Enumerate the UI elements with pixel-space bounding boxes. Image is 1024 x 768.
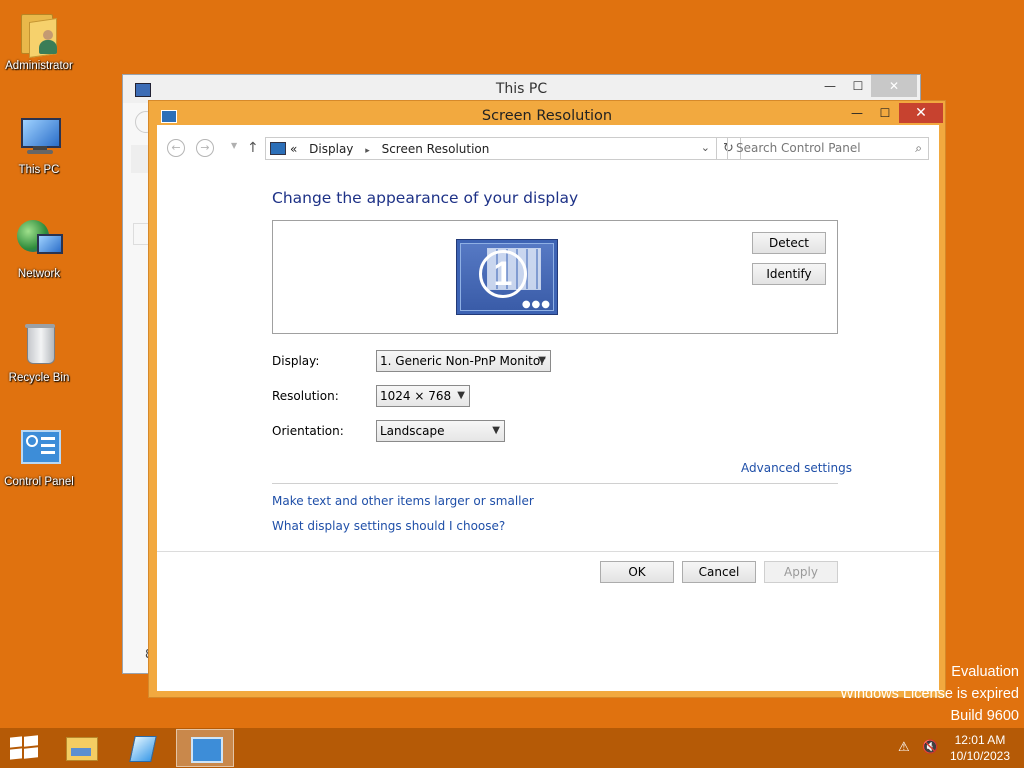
desktop-icon-label: This PC: [18, 164, 60, 176]
display-select[interactable]: 1. Generic Non-PnP Monitor ▼: [376, 350, 551, 372]
desktop-icon-network[interactable]: Network: [0, 216, 78, 280]
identify-button[interactable]: Identify: [752, 263, 826, 285]
internet-explorer-icon: [129, 736, 157, 762]
advanced-settings-link[interactable]: Advanced settings: [741, 461, 852, 475]
chevron-down-icon: ▼: [457, 390, 465, 401]
breadcrumb-separator-icon[interactable]: ▸: [365, 146, 370, 156]
monitor-1-icon[interactable]: 1 ●●●: [456, 239, 558, 315]
watermark-line-2: Windows License is expired: [840, 686, 1019, 702]
window-client-area: ← → ▼ ↑ « Display ▸ Screen Resolution ⌄ …: [157, 125, 939, 691]
divider: [272, 483, 838, 484]
this-pc-minimize-button[interactable]: —: [815, 75, 845, 97]
taskbar-control-panel-button[interactable]: [176, 729, 234, 767]
orientation-label: Orientation:: [272, 424, 344, 438]
system-clock[interactable]: 12:01 AM 10/10/2023: [950, 732, 1010, 764]
desktop-icon-administrator[interactable]: Administrator: [0, 8, 78, 72]
desktop-icon-recycle-bin[interactable]: Recycle Bin: [0, 320, 78, 384]
desktop-icon-label: Administrator: [5, 60, 73, 72]
close-button[interactable]: ✕: [899, 103, 943, 123]
orientation-select-value: Landscape: [380, 424, 445, 438]
computer-icon: [15, 112, 63, 160]
breadcrumb-overflow-icon[interactable]: «: [290, 142, 297, 156]
chevron-down-icon: ▼: [492, 425, 500, 436]
navigation-bar: ← → ▼ ↑ « Display ▸ Screen Resolution ⌄ …: [157, 125, 939, 173]
window-title: Screen Resolution: [481, 108, 613, 124]
display-settings-help-link[interactable]: What display settings should I choose?: [272, 519, 505, 533]
search-icon[interactable]: ⌕: [915, 138, 922, 159]
display-label: Display:: [272, 354, 320, 368]
watermark-line-3: Build 9600: [950, 708, 1019, 724]
forward-arrow-icon[interactable]: →: [196, 139, 214, 157]
start-button-windows-icon[interactable]: [10, 735, 38, 760]
taskbar: ⚠ 🔇 12:01 AM 10/10/2023: [0, 728, 1024, 768]
recent-pages-chevron-icon[interactable]: ▼: [231, 141, 237, 150]
minimize-button[interactable]: —: [843, 103, 871, 123]
control-panel-icon: [15, 424, 63, 472]
search-placeholder: Search Control Panel: [736, 141, 861, 155]
display-preview-area: 1 ●●● Detect Identify: [272, 220, 838, 334]
back-arrow-icon[interactable]: ←: [167, 139, 185, 157]
breadcrumb-item-screen-resolution[interactable]: Screen Resolution: [382, 142, 490, 156]
footer-divider: [157, 551, 939, 552]
desktop-icon-label: Control Panel: [4, 476, 74, 488]
detect-button[interactable]: Detect: [752, 232, 826, 254]
desktop-icon-label: Recycle Bin: [8, 372, 70, 384]
orientation-select[interactable]: Landscape ▼: [376, 420, 505, 442]
apply-button[interactable]: Apply: [764, 561, 838, 583]
desktop-icon-control-panel[interactable]: Control Panel: [0, 424, 78, 488]
this-pc-ribbon-stub: [131, 145, 149, 173]
page-title: Change the appearance of your display: [272, 189, 579, 207]
this-pc-maximize-button[interactable]: ☐: [843, 75, 873, 97]
file-explorer-icon: [66, 737, 98, 761]
resolution-select[interactable]: 1024 × 768 ▼: [376, 385, 470, 407]
address-dropdown-chevron-icon[interactable]: ⌄: [701, 141, 710, 154]
volume-muted-icon[interactable]: 🔇: [922, 740, 938, 755]
network-icon: [15, 216, 63, 264]
clock-date: 10/10/2023: [949, 749, 1010, 763]
address-bar[interactable]: « Display ▸ Screen Resolution ⌄: [265, 137, 717, 160]
ok-button[interactable]: OK: [600, 561, 674, 583]
user-folder-icon: [15, 8, 63, 58]
breadcrumb: « Display ▸ Screen Resolution: [290, 142, 497, 156]
clock-time: 12:01 AM: [954, 733, 1006, 747]
this-pc-title: This PC: [495, 81, 548, 97]
recycle-bin-icon: [15, 320, 63, 368]
this-pc-close-button[interactable]: ✕: [871, 75, 917, 97]
control-panel-icon: [191, 737, 223, 763]
chevron-down-icon: ▼: [538, 355, 546, 366]
resolution-label: Resolution:: [272, 389, 339, 403]
resolution-select-value: 1024 × 768: [380, 389, 452, 403]
monitor-number: 1: [479, 250, 527, 298]
taskbar-internet-explorer-button[interactable]: [114, 729, 172, 767]
search-input[interactable]: Search Control Panel ⌕: [727, 137, 929, 160]
taskbar-file-explorer-button[interactable]: [52, 729, 110, 767]
display-select-value: 1. Generic Non-PnP Monitor: [380, 354, 546, 368]
watermark-line-1: Evaluation: [951, 664, 1019, 680]
desktop-icon-this-pc[interactable]: This PC: [0, 112, 78, 176]
this-pc-titlebar[interactable]: This PC — ☐ ✕: [123, 75, 920, 103]
up-arrow-icon[interactable]: ↑: [247, 140, 259, 156]
control-panel-location-icon: [270, 142, 286, 155]
larger-text-link[interactable]: Make text and other items larger or smal…: [272, 494, 534, 508]
monitor-dots-icon: ●●●: [521, 299, 551, 310]
breadcrumb-item-display[interactable]: Display: [309, 142, 353, 156]
maximize-button[interactable]: ☐: [871, 103, 899, 123]
network-disconnected-icon[interactable]: ⚠: [898, 740, 910, 755]
screen-resolution-window[interactable]: Screen Resolution — ☐ ✕ ← → ▼ ↑ « Displa…: [148, 100, 946, 698]
cancel-button[interactable]: Cancel: [682, 561, 756, 583]
desktop-icon-label: Network: [17, 268, 61, 280]
